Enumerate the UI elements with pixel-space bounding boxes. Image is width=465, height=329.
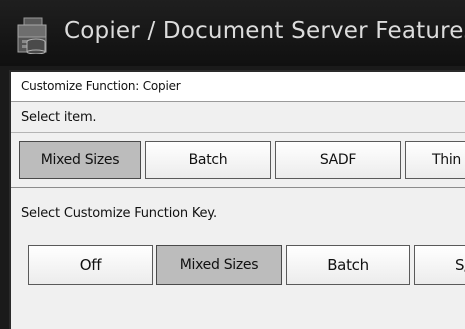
function-key-section: Select Customize Function Key. Off Mixed… <box>11 188 465 329</box>
key-mixed-sizes-button[interactable]: Mixed Sizes <box>156 245 282 285</box>
function-key-label: Select Customize Function Key. <box>21 206 217 221</box>
title-bar: Copier / Document Server Features <box>0 0 465 66</box>
page-title: Copier / Document Server Features <box>64 18 465 44</box>
item-mixed-sizes-button[interactable]: Mixed Sizes <box>19 141 141 179</box>
select-item-section: Select item. Mixed Sizes Batch SADF Thin… <box>11 102 465 188</box>
main-panel: Customize Function: Copier Select item. … <box>9 70 465 329</box>
section-divider <box>11 132 465 133</box>
copier-document-server-icon <box>17 17 47 54</box>
item-batch-button[interactable]: Batch <box>145 141 271 179</box>
breadcrumb-text: Customize Function: Copier <box>21 79 181 93</box>
item-sadf-button[interactable]: SADF <box>275 141 401 179</box>
select-item-label: Select item. <box>21 110 97 125</box>
copier-screen: Copier / Document Server Features Custom… <box>0 0 465 329</box>
key-batch-button[interactable]: Batch <box>286 245 410 285</box>
key-sadf-button[interactable]: S/ <box>414 245 465 285</box>
breadcrumb: Customize Function: Copier <box>11 72 465 102</box>
item-thin-paper-button[interactable]: Thin P <box>405 141 465 179</box>
key-off-button[interactable]: Off <box>28 245 153 285</box>
